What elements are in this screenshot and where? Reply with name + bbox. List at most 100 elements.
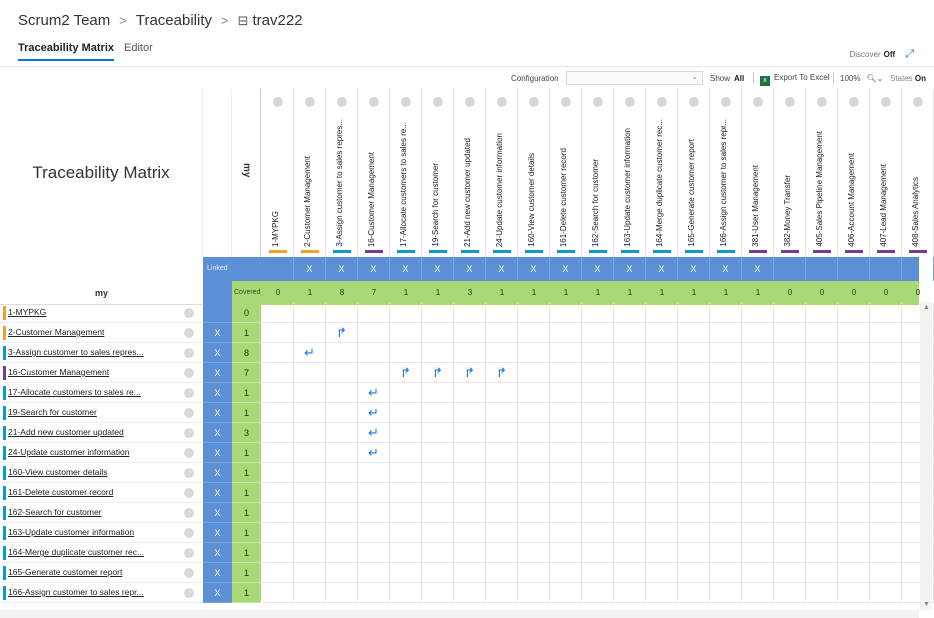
matrix-cell[interactable] (774, 483, 806, 503)
matrix-cell[interactable] (518, 523, 550, 543)
matrix-cell[interactable] (678, 523, 710, 543)
matrix-cell[interactable] (742, 423, 774, 443)
matrix-cell[interactable] (838, 563, 870, 583)
matrix-cell[interactable] (742, 583, 774, 603)
matrix-cell[interactable] (422, 423, 454, 443)
matrix-cell[interactable] (838, 483, 870, 503)
matrix-cell[interactable] (486, 443, 518, 463)
column-header-link[interactable]: 166-Assign customer to sales repr... (719, 119, 728, 247)
link-arrow-icon[interactable]: ↵ (358, 403, 390, 423)
link-arrow-icon[interactable]: ↵ (358, 443, 390, 463)
matrix-cell[interactable] (358, 303, 390, 323)
row-header-link[interactable]: 21-Add new customer updated (8, 427, 178, 437)
matrix-cell[interactable] (710, 563, 742, 583)
link-arrow-icon[interactable]: ↱ (486, 363, 518, 383)
matrix-cell[interactable] (774, 323, 806, 343)
matrix-cell[interactable] (454, 503, 486, 523)
matrix-cell[interactable] (326, 563, 358, 583)
matrix-cell[interactable] (518, 583, 550, 603)
matrix-cell[interactable] (294, 503, 326, 523)
matrix-cell[interactable] (422, 543, 454, 563)
matrix-cell[interactable] (742, 383, 774, 403)
matrix-cell[interactable] (646, 343, 678, 363)
matrix-cell[interactable] (614, 383, 646, 403)
matrix-cell[interactable] (486, 303, 518, 323)
matrix-cell[interactable] (710, 403, 742, 423)
matrix-cell[interactable] (422, 323, 454, 343)
matrix-cell[interactable] (358, 503, 390, 523)
matrix-cell[interactable] (390, 343, 422, 363)
row-header-link[interactable]: 2-Customer Management (8, 327, 178, 337)
row-header-link[interactable]: 164-Merge duplicate customer rec... (8, 547, 178, 557)
matrix-cell[interactable] (326, 523, 358, 543)
matrix-cell[interactable] (742, 443, 774, 463)
matrix-cell[interactable] (870, 323, 902, 343)
matrix-cell[interactable] (774, 383, 806, 403)
matrix-cell[interactable] (326, 583, 358, 603)
expand-icon[interactable]: ⤢ (905, 48, 914, 61)
matrix-cell[interactable] (582, 523, 614, 543)
matrix-cell[interactable] (710, 363, 742, 383)
column-header-link[interactable]: 165-Generate customer report (687, 139, 696, 247)
matrix-cell[interactable] (806, 303, 838, 323)
matrix-cell[interactable] (774, 523, 806, 543)
matrix-cell[interactable] (422, 483, 454, 503)
matrix-cell[interactable] (678, 403, 710, 423)
column-header-link[interactable]: 406-Account Management (847, 153, 856, 247)
matrix-cell[interactable] (294, 303, 326, 323)
matrix-cell[interactable] (742, 403, 774, 423)
matrix-cell[interactable] (678, 303, 710, 323)
matrix-cell[interactable] (518, 543, 550, 563)
matrix-cell[interactable] (582, 563, 614, 583)
matrix-cell[interactable] (806, 503, 838, 523)
matrix-cell[interactable] (614, 463, 646, 483)
matrix-cell[interactable] (710, 463, 742, 483)
matrix-cell[interactable] (454, 303, 486, 323)
matrix-cell[interactable] (390, 403, 422, 423)
link-arrow-icon[interactable]: ↵ (294, 343, 326, 363)
matrix-cell[interactable] (518, 423, 550, 443)
matrix-cell[interactable] (806, 563, 838, 583)
matrix-cell[interactable] (870, 443, 902, 463)
matrix-cell[interactable] (550, 303, 582, 323)
row-header-link[interactable]: 24-Update customer information (8, 447, 178, 457)
column-header-link[interactable]: 381-User Management (751, 165, 760, 247)
matrix-cell[interactable] (518, 443, 550, 463)
matrix-cell[interactable] (710, 383, 742, 403)
matrix-cell[interactable] (518, 363, 550, 383)
matrix-cell[interactable] (742, 523, 774, 543)
matrix-cell[interactable] (486, 563, 518, 583)
matrix-cell[interactable] (646, 583, 678, 603)
configuration-select[interactable]: ⌄ (566, 71, 703, 85)
matrix-cell[interactable] (774, 443, 806, 463)
matrix-cell[interactable] (838, 503, 870, 523)
matrix-cell[interactable] (294, 383, 326, 403)
matrix-cell[interactable] (486, 343, 518, 363)
matrix-cell[interactable] (294, 523, 326, 543)
matrix-cell[interactable] (262, 463, 294, 483)
matrix-cell[interactable] (614, 483, 646, 503)
matrix-cell[interactable] (710, 303, 742, 323)
matrix-cell[interactable] (422, 463, 454, 483)
matrix-cell[interactable] (678, 363, 710, 383)
tab-editor[interactable]: Editor (124, 40, 153, 61)
link-arrow-icon[interactable]: ↵ (358, 383, 390, 403)
matrix-cell[interactable] (326, 543, 358, 563)
matrix-cell[interactable] (678, 543, 710, 563)
matrix-cell[interactable] (358, 463, 390, 483)
matrix-cell[interactable] (422, 303, 454, 323)
matrix-cell[interactable] (646, 443, 678, 463)
matrix-cell[interactable] (390, 383, 422, 403)
matrix-cell[interactable] (678, 443, 710, 463)
matrix-cell[interactable] (774, 583, 806, 603)
column-header-link[interactable]: 162-Search for customer (591, 159, 600, 247)
link-arrow-icon[interactable]: ↱ (326, 323, 358, 343)
matrix-cell[interactable] (870, 463, 902, 483)
column-header-link[interactable]: 16-Customer Management (367, 152, 376, 247)
matrix-cell[interactable] (614, 403, 646, 423)
matrix-cell[interactable] (422, 383, 454, 403)
matrix-cell[interactable] (742, 303, 774, 323)
states-toggle[interactable]: States On (890, 74, 926, 83)
matrix-cell[interactable] (678, 343, 710, 363)
matrix-cell[interactable] (422, 523, 454, 543)
